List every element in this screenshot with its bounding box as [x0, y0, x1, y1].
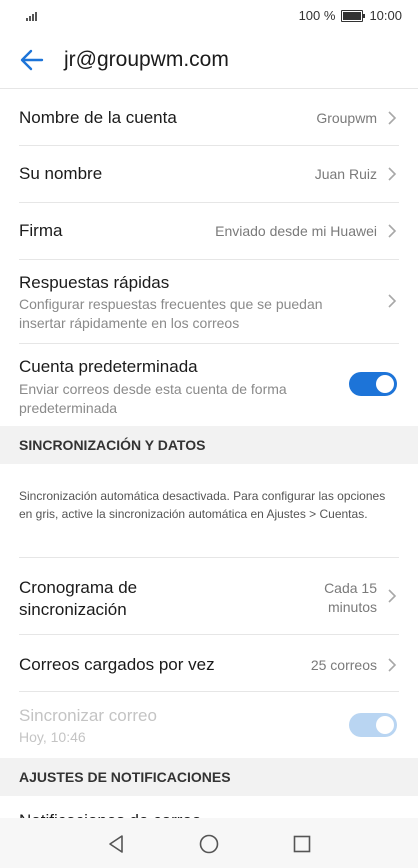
quick-replies-row[interactable]: Respuestas rápidas Configurar respuestas… — [19, 260, 399, 344]
your-name-row[interactable]: Su nombre Juan Ruiz — [19, 146, 399, 203]
chevron-right-icon — [388, 224, 397, 238]
emails-per-load-row[interactable]: Correos cargados por vez 25 correos — [19, 635, 399, 692]
recents-square-icon[interactable] — [292, 834, 312, 854]
back-arrow-icon[interactable] — [18, 46, 46, 74]
quick-replies-label: Respuestas rápidas — [19, 273, 170, 292]
back-triangle-icon[interactable] — [106, 834, 126, 854]
battery-percent: 100 % — [298, 8, 336, 23]
account-name-label: Nombre de la cuenta — [19, 108, 177, 127]
sync-mail-sublabel: Hoy, 10:46 — [19, 729, 86, 745]
chevron-right-icon — [388, 589, 397, 603]
your-name-label: Su nombre — [19, 164, 103, 183]
account-name-value: Groupwm — [316, 110, 377, 126]
chevron-right-icon — [388, 658, 397, 672]
signature-row[interactable]: Firma Enviado desde mi Huawei — [19, 203, 399, 260]
notifications-section-header: AJUSTES DE NOTIFICACIONES — [0, 758, 418, 796]
sync-mail-label: Sincronizar correo — [19, 706, 157, 725]
sync-schedule-row[interactable]: Cronograma de sincronización Cada 15 min… — [19, 558, 399, 635]
sync-schedule-value: Cada 15 minutos — [324, 580, 377, 615]
app-bar: jr@groupwm.com — [0, 32, 418, 89]
status-bar: 100 % 10:00 — [0, 0, 418, 32]
sync-mail-toggle — [349, 713, 397, 737]
sync-info-text: Sincronización automática desactivada. P… — [19, 489, 386, 521]
battery-icon — [341, 9, 366, 22]
signature-value: Enviado desde mi Huawei — [215, 223, 377, 239]
clock: 10:00 — [369, 8, 402, 23]
signature-label: Firma — [19, 221, 63, 240]
settings-list: Nombre de la cuenta Groupwm Su nombre Ju… — [0, 89, 418, 836]
account-name-row[interactable]: Nombre de la cuenta Groupwm — [19, 89, 399, 146]
emails-per-load-label: Correos cargados por vez — [19, 655, 215, 674]
system-nav-bar — [0, 818, 418, 868]
default-account-row[interactable]: Cuenta predeterminada Enviar correos des… — [19, 344, 399, 426]
sync-info: Sincronización automática desactivada. P… — [19, 464, 399, 558]
sync-section-header: SINCRONIZACIÓN Y DATOS — [0, 426, 418, 464]
signal-icon — [26, 11, 40, 21]
status-right: 100 % 10:00 — [299, 8, 402, 23]
your-name-value: Juan Ruiz — [314, 166, 377, 182]
quick-replies-description: Configurar respuestas frecuentes que se … — [19, 296, 323, 331]
default-account-label: Cuenta predeterminada — [19, 357, 198, 376]
emails-per-load-value: 25 correos — [310, 657, 377, 673]
chevron-right-icon — [388, 111, 397, 125]
page-title: jr@groupwm.com — [64, 48, 229, 71]
chevron-right-icon — [388, 167, 397, 181]
camera-notch — [160, 0, 258, 28]
default-account-description: Enviar correos desde esta cuenta de form… — [19, 381, 287, 416]
default-account-toggle[interactable] — [349, 372, 397, 396]
sync-mail-row: Sincronizar correo Hoy, 10:46 — [19, 692, 399, 758]
home-circle-icon[interactable] — [198, 833, 220, 855]
sync-schedule-label: Cronograma de sincronización — [19, 578, 138, 619]
chevron-right-icon — [388, 294, 397, 308]
